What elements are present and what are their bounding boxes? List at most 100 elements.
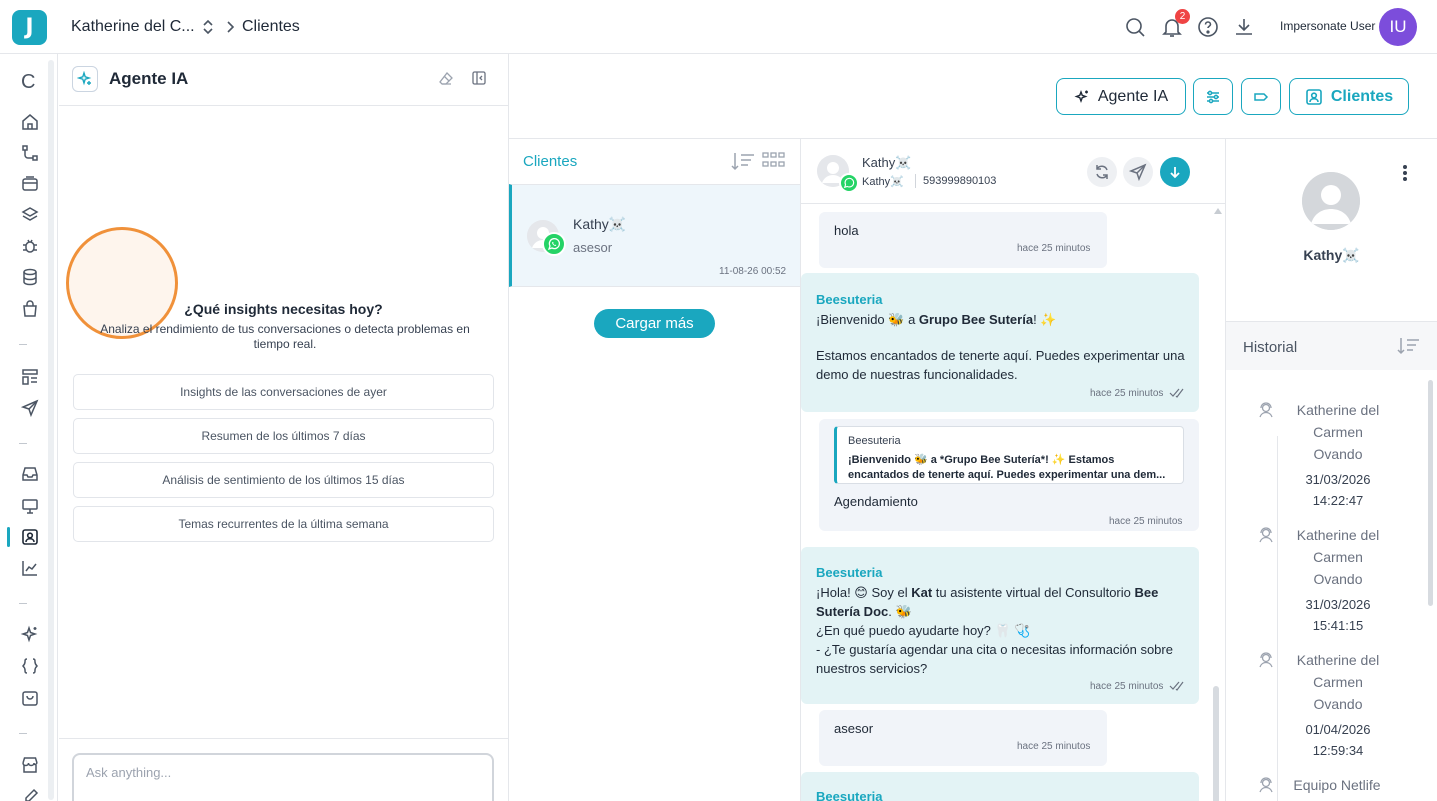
chat-header: Kathy☠️ Kathy☠️ 593999890103 bbox=[801, 139, 1225, 204]
history-list[interactable]: Katherine del Carmen Ovando 31/03/2026 1… bbox=[1226, 370, 1437, 801]
bag-icon[interactable] bbox=[20, 299, 40, 319]
contact-details-panel: Kathy☠️ Historial Katherine del Carmen O… bbox=[1226, 139, 1437, 801]
message-text: - ¿Te gustaría agendar una cita o necesi… bbox=[816, 642, 1173, 676]
history-agent: Katherine del Carmen Ovando bbox=[1296, 527, 1380, 587]
contacts-icon[interactable] bbox=[20, 527, 40, 547]
store-icon[interactable] bbox=[20, 755, 40, 775]
history-scrollbar-thumb[interactable] bbox=[1428, 380, 1433, 606]
client-list-title: Clientes bbox=[523, 153, 578, 170]
chat-panel: Kathy☠️ Kathy☠️ 593999890103 hola hace 2… bbox=[801, 139, 1226, 801]
contact-name: Kathy☠️ bbox=[1303, 247, 1360, 263]
account-switch-icon[interactable] bbox=[200, 17, 216, 37]
arrow-down-icon bbox=[1170, 167, 1180, 179]
chat-header-separator bbox=[915, 174, 916, 188]
chat-contact-name: Kathy☠️ bbox=[862, 155, 912, 170]
grid-view-icon[interactable] bbox=[762, 151, 786, 171]
client-last-message: asesor bbox=[573, 240, 613, 255]
message-text: ¡Bienvenido 🐝 a bbox=[816, 312, 919, 327]
bug-icon[interactable] bbox=[20, 236, 40, 256]
chart-line-icon[interactable] bbox=[20, 558, 40, 578]
send-icon[interactable] bbox=[20, 398, 40, 418]
database-icon[interactable] bbox=[20, 267, 40, 287]
app-logo[interactable]: J bbox=[12, 10, 47, 45]
load-more-button[interactable]: Cargar más bbox=[594, 309, 715, 338]
message-text: ! ✨ bbox=[1033, 312, 1057, 327]
message-body: ¡Hola! 😊 Soy el Kat tu asistente virtual… bbox=[816, 583, 1188, 621]
ai-panel-header: Agente IA bbox=[59, 54, 508, 106]
message-incoming: hola hace 25 minutos bbox=[819, 212, 1107, 268]
message-time: hace 25 minutos bbox=[1017, 741, 1091, 752]
ai-ask-input[interactable] bbox=[72, 753, 494, 801]
message-bold-text: Grupo Bee Sutería bbox=[918, 312, 1034, 327]
sparkles-icon[interactable] bbox=[20, 625, 40, 645]
suggestion-button[interactable]: Análisis de sentimiento de los últimos 1… bbox=[73, 462, 494, 498]
suggestion-button[interactable]: Insights de las conversaciones de ayer bbox=[73, 374, 494, 410]
scroll-down-button[interactable] bbox=[1160, 157, 1190, 187]
message-text: Estamos encantados de tenerte aquí. Pued… bbox=[816, 348, 1185, 382]
code-braces-icon[interactable] bbox=[20, 656, 40, 676]
breadcrumb-account[interactable]: Katherine del C... bbox=[71, 18, 195, 36]
help-icon[interactable] bbox=[1196, 15, 1220, 39]
quoted-message[interactable]: Beesuteria ¡Bienvenido 🐝 a *Grupo Bee Su… bbox=[834, 426, 1184, 484]
filters-button[interactable] bbox=[1193, 78, 1233, 115]
double-check-icon bbox=[1169, 681, 1185, 691]
monitor-icon[interactable] bbox=[20, 496, 40, 516]
nav-scrollbar[interactable] bbox=[48, 60, 54, 800]
message-text: ¡Hola! 😊 Soy el bbox=[816, 585, 912, 600]
ai-agent-panel: Agente IA ¿Qué insights necesitas hoy? A… bbox=[59, 54, 509, 801]
ai-panel-title: Agente IA bbox=[109, 69, 189, 88]
search-icon[interactable] bbox=[1123, 15, 1147, 39]
archive-icon[interactable] bbox=[20, 174, 40, 194]
collapse-panel-icon[interactable] bbox=[471, 70, 487, 86]
top-bar: J Katherine del C... Clientes 2 Imperson… bbox=[0, 0, 1437, 54]
contacts-icon bbox=[1305, 88, 1323, 106]
nav-divider bbox=[19, 733, 27, 734]
sort-icon[interactable] bbox=[730, 150, 756, 172]
download-icon[interactable] bbox=[1232, 15, 1256, 39]
history-title: Historial bbox=[1243, 339, 1298, 356]
clientes-button[interactable]: Clientes bbox=[1289, 78, 1409, 115]
history-time: 15:41:15 bbox=[1312, 618, 1364, 633]
quoted-sender: Beesuteria bbox=[848, 435, 901, 447]
impersonate-user-label[interactable]: Impersonate User bbox=[1280, 19, 1375, 33]
nav-divider bbox=[19, 443, 27, 444]
history-agent: Katherine del Carmen Ovando bbox=[1296, 402, 1380, 462]
suggestion-button[interactable]: Resumen de los últimos 7 días bbox=[73, 418, 494, 454]
layers-icon[interactable] bbox=[20, 205, 40, 225]
layout-list-icon[interactable] bbox=[20, 367, 40, 387]
message-incoming-reply: Beesuteria ¡Bienvenido 🐝 a *Grupo Bee Su… bbox=[819, 419, 1199, 531]
whatsapp-icon bbox=[839, 173, 859, 193]
send-icon bbox=[1129, 163, 1147, 181]
left-nav: C bbox=[0, 54, 58, 801]
scroll-up-arrow[interactable] bbox=[1214, 208, 1222, 214]
message-time: hace 25 minutos bbox=[1090, 681, 1164, 692]
eraser-icon[interactable] bbox=[438, 71, 454, 87]
send-template-button[interactable] bbox=[1123, 157, 1153, 187]
suggestion-button[interactable]: Temas recurrentes de la última semana bbox=[73, 506, 494, 542]
chat-scrollbar-thumb[interactable] bbox=[1213, 686, 1219, 801]
message-sender: Beesuteria bbox=[816, 565, 883, 580]
agente-ia-button[interactable]: Agente IA bbox=[1056, 78, 1186, 115]
client-list-panel: Clientes Kathy☠️ asesor 11-08-26 00:52 C… bbox=[509, 139, 801, 801]
label-button[interactable] bbox=[1241, 78, 1281, 115]
nav-divider bbox=[19, 344, 27, 345]
refresh-button[interactable] bbox=[1087, 157, 1117, 187]
more-vertical-icon[interactable] bbox=[1402, 163, 1408, 183]
shopping-bag-icon[interactable] bbox=[20, 688, 40, 708]
flow-icon[interactable] bbox=[20, 143, 40, 163]
inbox-icon[interactable] bbox=[20, 464, 40, 484]
nav-top-letter[interactable]: C bbox=[21, 71, 41, 93]
ai-question-heading: ¿Qué insights necesitas hoy? bbox=[184, 301, 383, 317]
message-text: asesor bbox=[834, 721, 874, 736]
breadcrumb-page: Clientes bbox=[242, 18, 300, 35]
sparkles-icon bbox=[1074, 89, 1090, 105]
chat-messages[interactable]: hola hace 25 minutos Beesuteria ¡Bienven… bbox=[801, 204, 1225, 801]
sort-icon[interactable] bbox=[1397, 336, 1421, 356]
home-icon[interactable] bbox=[20, 112, 40, 132]
sliders-icon bbox=[1204, 88, 1222, 106]
user-avatar[interactable]: IU bbox=[1379, 8, 1417, 46]
double-check-icon bbox=[1169, 388, 1185, 398]
palette-icon[interactable] bbox=[20, 787, 40, 801]
client-list-item[interactable]: Kathy☠️ asesor 11-08-26 00:52 bbox=[509, 184, 800, 287]
message-outgoing: Beesuteria ¡Hola! 😊 Soy el Kat tu asiste… bbox=[801, 547, 1199, 704]
